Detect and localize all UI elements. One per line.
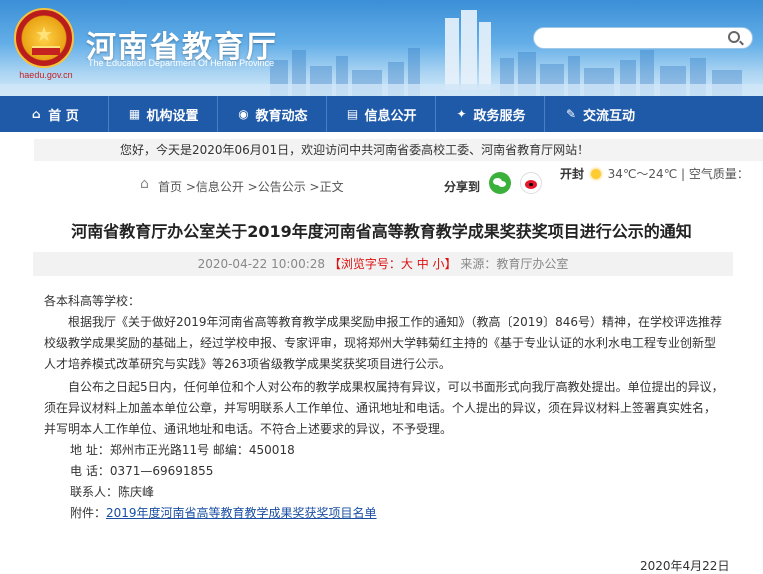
national-emblem-icon[interactable]: ★ xyxy=(14,8,74,68)
doc-icon: ▤ xyxy=(346,107,359,121)
breadcrumb-home-icon: ⌂ xyxy=(140,176,149,192)
nav-item-label: 信息公开 xyxy=(364,108,417,124)
weibo-share-icon[interactable] xyxy=(520,172,542,194)
article-meta: 2020-04-22 10:00:28 【浏览字号：大 中 小】 来源：教育厅办… xyxy=(33,252,733,276)
chat-icon: ✎ xyxy=(565,107,577,121)
star-icon: ★ xyxy=(35,22,53,46)
nav-item-home[interactable]: ⌂ 首 页 xyxy=(0,96,109,132)
paragraph: 自公布之日起5日内，任何单位和个人对公布的教学成果权属持有异议，可以书面形式向我… xyxy=(44,380,724,436)
weather-widget: 开封 34℃～24℃ | 空气质量： xyxy=(560,166,749,182)
nav-item-info[interactable]: ▤ 信息公开 xyxy=(327,96,436,132)
font-size-large[interactable]: 大 xyxy=(401,257,413,271)
address: 地 址：郑州市正光路11号 邮编：450018 xyxy=(70,443,295,457)
nav-item-label: 教育动态 xyxy=(255,108,308,124)
article-body: 各本科高等学校： 根据我厅《关于做好2019年河南省高等教育教学成果奖励申报工作… xyxy=(44,291,724,524)
paragraph: 根据我厅《关于做好2019年河南省高等教育教学成果奖励申报工作的通知》（教高〔2… xyxy=(44,315,722,371)
article-title: 河南省教育厅办公室关于2019年度河南省高等教育教学成果奖获奖项目进行公示的通知 xyxy=(71,222,692,241)
org-icon: ▦ xyxy=(128,107,141,121)
nav-item-label: 首 页 xyxy=(48,108,79,124)
attachment: 附件：2019年度河南省高等教育教学成果奖获奖项目名单 xyxy=(44,503,724,524)
news-icon: ◉ xyxy=(238,107,249,121)
font-size-small[interactable]: 小 xyxy=(433,257,445,271)
font-size-label: 【浏览字号： xyxy=(328,257,401,271)
breadcrumb[interactable]: 首页 >信息公开 >公告公示 >正文 xyxy=(158,178,344,195)
weather-temp: 34℃～24℃ xyxy=(607,167,678,181)
attachment-label: 附件： xyxy=(70,506,107,520)
main-nav: ⌂ 首 页 ▦ 机构设置 ◉ 教育动态 ▤ 信息公开 ✦ 政务服务 ✎ 交流互动 xyxy=(0,96,763,132)
nav-item-label: 政务服务 xyxy=(473,108,526,124)
salutation: 各本科高等学校： xyxy=(44,294,141,308)
font-size-end: 】 xyxy=(444,257,457,271)
sun-icon xyxy=(590,169,601,179)
service-icon: ✦ xyxy=(456,107,467,121)
wechat-share-icon[interactable] xyxy=(489,172,511,194)
site-domain: haedu.gov.cn xyxy=(19,70,73,80)
nav-item-interact[interactable]: ✎ 交流互动 xyxy=(545,96,654,132)
tiananmen-icon xyxy=(32,46,60,55)
publish-date: 2020-04-22 10:00:28 xyxy=(197,257,326,271)
font-size-medium[interactable]: 中 xyxy=(417,257,429,271)
phone: 电 话：0371—69691855 xyxy=(70,464,214,478)
site-header: ★ haedu.gov.cn 河南省教育厅 The Education Depa… xyxy=(0,0,763,96)
nav-item-news[interactable]: ◉ 教育动态 xyxy=(218,96,327,132)
article-source: 来源：教育厅办公室 xyxy=(460,257,569,271)
weather-air: | 空气质量： xyxy=(681,167,749,181)
weather-city: 开封 xyxy=(560,167,585,181)
nav-item-service[interactable]: ✦ 政务服务 xyxy=(436,96,545,132)
attachment-link[interactable]: 2019年度河南省高等教育教学成果奖获奖项目名单 xyxy=(106,506,377,520)
search-icon[interactable] xyxy=(728,31,740,43)
font-size-control: 【浏览字号：大 中 小】 xyxy=(329,257,461,271)
nav-item-label: 交流互动 xyxy=(582,108,635,124)
home-icon: ⌂ xyxy=(31,107,41,121)
contact-person: 联系人：陈庆峰 xyxy=(70,485,155,499)
site-subtitle: The Education Department Of Henan Provin… xyxy=(88,58,275,68)
signature-date: 2020年4月22日 xyxy=(640,559,730,573)
welcome-bar: 您好，今天是2020年06月01日，欢迎访问中共河南省委高校工委、河南省教育厅网… xyxy=(34,139,763,161)
nav-item-label: 机构设置 xyxy=(146,108,199,124)
share-label: 分享到 xyxy=(444,180,481,194)
search-input[interactable] xyxy=(533,27,753,49)
nav-item-org[interactable]: ▦ 机构设置 xyxy=(109,96,218,132)
